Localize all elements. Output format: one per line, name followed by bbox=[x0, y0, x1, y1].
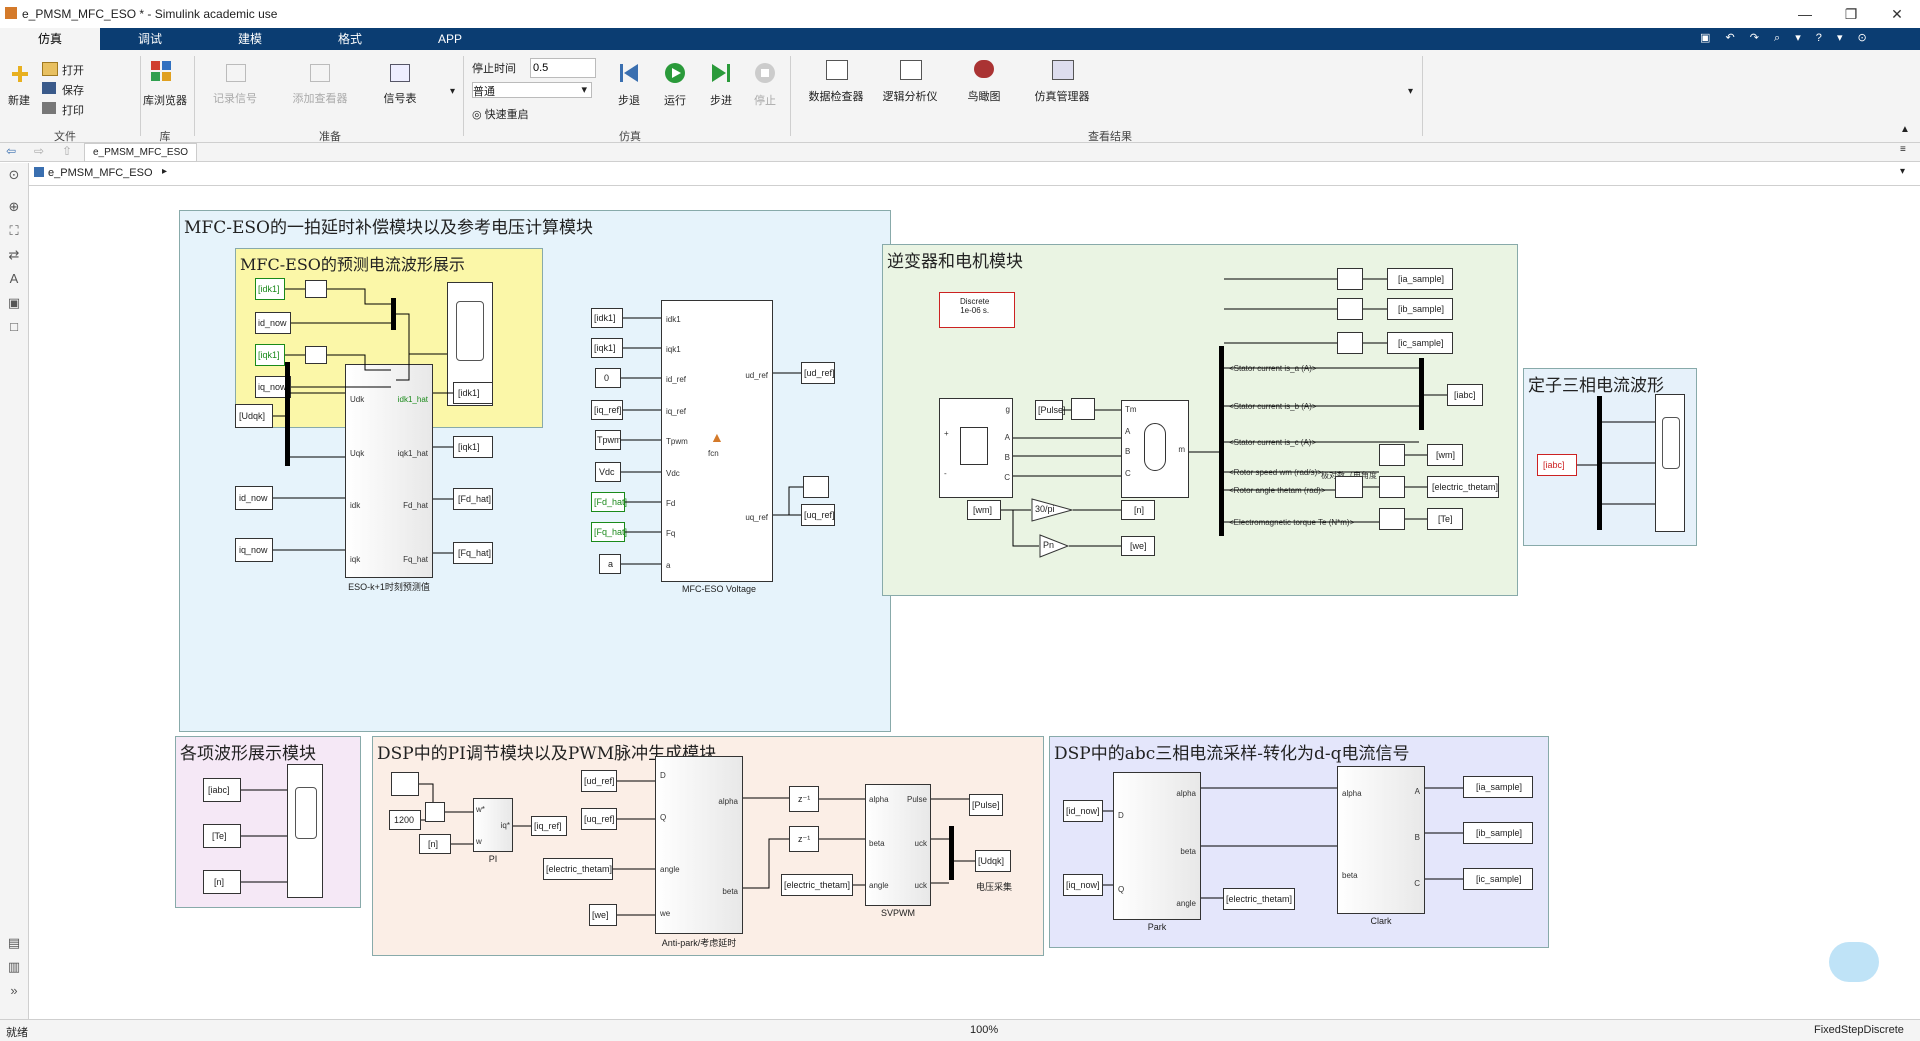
breadcrumb[interactable]: e_PMSM_MFC_ESO bbox=[48, 167, 153, 179]
open-button[interactable]: 打开 bbox=[62, 62, 84, 78]
mascot-icon bbox=[1829, 942, 1879, 982]
signal-table-button[interactable]: 信号表 bbox=[370, 90, 430, 106]
fit-view-icon[interactable]: ⛶ bbox=[0, 223, 28, 247]
tab-menu-icon[interactable]: ≡ bbox=[1900, 144, 1906, 155]
window-title: e_PMSM_MFC_ESO * - Simulink academic use bbox=[22, 7, 278, 21]
breadcrumb-dropdown-icon[interactable]: ▾ bbox=[1900, 166, 1905, 177]
signal-arrow-icon[interactable]: ⇄ bbox=[0, 247, 28, 271]
model-canvas[interactable]: MFC-ESO的一拍延时补偿模块以及参考电压计算模块 MFC-ESO的预测电流波… bbox=[29, 186, 1920, 1019]
data-inspector-icon bbox=[826, 60, 848, 80]
expand-panel-icon[interactable]: » bbox=[0, 983, 28, 1007]
ribbon-separator bbox=[790, 56, 791, 136]
zoom-icon[interactable]: ⊕ bbox=[0, 199, 28, 223]
save-icon bbox=[42, 82, 56, 94]
zoom-level[interactable]: 100% bbox=[970, 1024, 998, 1036]
open-icon bbox=[42, 62, 58, 76]
group-file: 文件 bbox=[54, 131, 76, 143]
model-icon bbox=[34, 167, 44, 177]
log-signals-icon bbox=[226, 64, 246, 82]
tab-debug[interactable]: 调试 bbox=[100, 28, 200, 50]
breadcrumb-arrow-icon: ▸ bbox=[162, 166, 168, 177]
simulation-mode-value: 普通 bbox=[473, 86, 495, 98]
simulation-mode-select[interactable]: 普通 ▾ bbox=[472, 82, 592, 98]
fast-restart-label: 快速重启 bbox=[484, 109, 529, 121]
step-back-icon bbox=[618, 62, 640, 87]
group-library: 库 bbox=[159, 131, 171, 143]
logic-analyzer-icon bbox=[900, 60, 922, 80]
step-forward-icon bbox=[710, 62, 732, 87]
save-button[interactable]: 保存 bbox=[62, 82, 84, 98]
model-tab[interactable]: e_PMSM_MFC_ESO bbox=[84, 143, 198, 162]
close-button[interactable]: ✕ bbox=[1874, 0, 1920, 28]
tab-modeling[interactable]: 建模 bbox=[200, 28, 300, 50]
logic-analyzer-button[interactable]: 逻辑分析仪 bbox=[874, 88, 946, 104]
left-toolbar: ⊙ ⊕ ⛶ ⇄ A ▣ □ ▤ ▥ » bbox=[0, 163, 29, 1019]
add-viewer-icon bbox=[310, 64, 330, 82]
group-review: 查看结果 bbox=[1088, 131, 1132, 143]
forward-arrow-icon[interactable]: ⇨ bbox=[34, 144, 44, 158]
bird-eye-button[interactable]: 鸟瞰图 bbox=[954, 88, 1014, 104]
simulink-logo-icon bbox=[5, 7, 17, 19]
group-prepare: 准备 bbox=[319, 131, 341, 143]
tab-apps[interactable]: APP bbox=[400, 28, 500, 50]
stop-time-input[interactable] bbox=[530, 58, 596, 78]
signal-lines bbox=[241, 278, 1655, 916]
tab-format[interactable]: 格式 bbox=[300, 28, 400, 50]
tab-simulation[interactable]: 仿真 bbox=[0, 28, 100, 50]
hide-explorer-icon[interactable]: ⊙ bbox=[0, 167, 28, 191]
breadcrumb-bar: e_PMSM_MFC_ESO ▸ ▾ bbox=[28, 163, 1920, 186]
maximize-button[interactable]: ❐ bbox=[1828, 0, 1874, 28]
stop-button[interactable]: 停止 bbox=[748, 92, 782, 108]
prepare-gallery-expand[interactable]: ▾ bbox=[450, 86, 455, 97]
step-forward-button[interactable]: 步进 bbox=[704, 92, 738, 108]
back-arrow-icon[interactable]: ⇦ bbox=[6, 144, 16, 158]
log-signals-button[interactable]: 记录信号 bbox=[205, 90, 265, 106]
navigation-bar: ⇦ ⇨ ⇧ e_PMSM_MFC_ESO ≡ bbox=[0, 143, 1920, 162]
step-back-button[interactable]: 步退 bbox=[612, 92, 646, 108]
annotation-icon[interactable]: A bbox=[0, 271, 28, 295]
ribbon: 新建 打开 保存 打印 文件 库浏览器 库 记录信号 添加查看器 信号表 ▾ 准… bbox=[0, 50, 1920, 143]
print-icon bbox=[42, 102, 56, 114]
run-icon bbox=[664, 62, 686, 87]
property-inspector-icon[interactable]: ▤ bbox=[0, 935, 28, 959]
library-browser-button[interactable]: 库浏览器 bbox=[140, 92, 190, 108]
review-gallery-expand[interactable]: ▾ bbox=[1408, 86, 1413, 97]
solver-info[interactable]: FixedStepDiscrete bbox=[1814, 1024, 1904, 1036]
fast-restart-toggle[interactable]: ◎ 快速重启 bbox=[472, 106, 529, 122]
ribbon-separator bbox=[463, 56, 464, 136]
status-text: 就绪 bbox=[6, 1027, 28, 1039]
collapse-ribbon-button[interactable]: ▲ bbox=[1900, 124, 1910, 135]
image-icon[interactable]: ▣ bbox=[0, 295, 28, 319]
up-arrow-icon[interactable]: ⇧ bbox=[62, 144, 72, 158]
menu-tab-bar: 仿真 调试 建模 格式 APP ▣ ↶ ↷ ⌕ ▾ ? ▾ ⊙ bbox=[0, 28, 1920, 50]
quick-access-toolbar[interactable]: ▣ ↶ ↷ ⌕ ▾ ? ▾ ⊙ bbox=[1700, 31, 1910, 47]
add-viewer-button[interactable]: 添加查看器 bbox=[288, 90, 352, 106]
signal-table-icon bbox=[390, 64, 410, 82]
group-simulate: 仿真 bbox=[619, 131, 641, 143]
model-browser-icon[interactable]: ▥ bbox=[0, 959, 28, 983]
new-button[interactable]: 新建 bbox=[4, 92, 34, 108]
library-browser-icon bbox=[150, 60, 172, 82]
title-bar: e_PMSM_MFC_ESO * - Simulink academic use… bbox=[0, 0, 1920, 29]
ribbon-separator bbox=[194, 56, 195, 136]
sim-manager-icon bbox=[1052, 60, 1074, 80]
minimize-button[interactable]: — bbox=[1782, 0, 1828, 28]
ribbon-separator bbox=[1422, 56, 1423, 136]
new-icon bbox=[10, 64, 30, 84]
stop-icon bbox=[754, 62, 776, 87]
bird-eye-icon bbox=[974, 60, 994, 78]
sim-manager-button[interactable]: 仿真管理器 bbox=[1030, 88, 1094, 104]
status-bar: 就绪 100% FixedStepDiscrete bbox=[0, 1019, 1920, 1041]
stop-time-label: 停止时间 bbox=[472, 63, 516, 75]
print-button[interactable]: 打印 bbox=[62, 102, 84, 118]
data-inspector-button[interactable]: 数据检查器 bbox=[806, 88, 866, 104]
run-button[interactable]: 运行 bbox=[658, 92, 692, 108]
area-icon[interactable]: □ bbox=[0, 319, 28, 343]
chevron-down-icon: ▾ bbox=[581, 84, 587, 96]
